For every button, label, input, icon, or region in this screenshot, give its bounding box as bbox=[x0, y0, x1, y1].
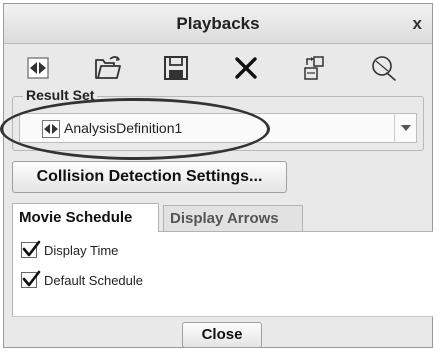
display-time-label: Display Time bbox=[44, 242, 119, 258]
result-set-label: Result Set bbox=[23, 87, 98, 103]
balloon-icon bbox=[372, 56, 396, 81]
chevron-down-icon[interactable] bbox=[394, 114, 416, 142]
tab-movie-schedule[interactable]: Movie Schedule bbox=[12, 203, 159, 232]
dialog-title: Playbacks bbox=[176, 14, 260, 33]
display-time-checkbox[interactable] bbox=[21, 240, 41, 258]
delete-button[interactable] bbox=[228, 50, 264, 86]
export-icon bbox=[304, 56, 324, 80]
collision-detection-settings-button[interactable]: Collision Detection Settings... bbox=[12, 161, 287, 193]
close-button[interactable]: Close bbox=[182, 322, 262, 348]
result-set-value: AnalysisDefinition1 bbox=[64, 120, 183, 136]
balloon-button[interactable] bbox=[366, 50, 402, 86]
save-disk-icon bbox=[164, 56, 188, 80]
result-set-group: Result Set AnalysisDefinition1 bbox=[12, 87, 424, 151]
footer-divider bbox=[12, 316, 433, 317]
checkmark-icon bbox=[22, 240, 41, 257]
default-schedule-checkbox[interactable] bbox=[21, 270, 41, 288]
checkmark-icon bbox=[22, 270, 41, 287]
tab-strip: Movie Schedule Display Arrows bbox=[12, 203, 424, 232]
default-schedule-option[interactable]: Default Schedule bbox=[21, 270, 143, 290]
tab-display-arrows[interactable]: Display Arrows bbox=[163, 205, 303, 231]
open-button[interactable] bbox=[90, 50, 126, 86]
export-button[interactable] bbox=[296, 50, 332, 86]
title-bar[interactable]: Playbacks x bbox=[4, 4, 432, 44]
result-set-dropdown[interactable]: AnalysisDefinition1 bbox=[19, 113, 417, 143]
default-schedule-label: Default Schedule bbox=[44, 272, 144, 288]
open-folder-icon bbox=[95, 56, 121, 79]
close-window-button[interactable]: x bbox=[413, 4, 422, 44]
playbacks-dialog: Playbacks x Result Set AnalysisDefinitio… bbox=[3, 3, 433, 348]
save-button[interactable] bbox=[158, 50, 194, 86]
delete-x-icon bbox=[235, 57, 257, 79]
movie-schedule-panel: Display Time Default Schedule bbox=[12, 231, 433, 316]
result-set-arrows-icon bbox=[27, 57, 49, 79]
result-set-arrows-icon bbox=[42, 120, 60, 138]
display-time-option[interactable]: Display Time bbox=[21, 240, 118, 260]
toolbar bbox=[4, 46, 432, 90]
result-set-toolbar-button[interactable] bbox=[20, 50, 56, 86]
